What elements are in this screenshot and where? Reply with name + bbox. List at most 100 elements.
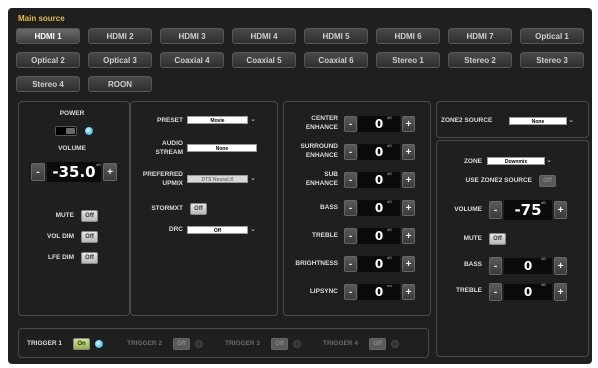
zone2-mute-toggle[interactable]: Off (489, 233, 506, 245)
adjust-lipsync-value: 0 (358, 284, 400, 300)
use-zone2-source-toggle[interactable]: Off (539, 175, 556, 187)
adjust-center-label-1: CENTER (311, 115, 338, 122)
source-button-stereo-4[interactable]: Stereo 4 (16, 76, 80, 92)
preferred-upmix-label-1: PREFERRED (142, 171, 183, 178)
zone2-treble-unit: dB (541, 282, 546, 287)
use-zone2-source-label: USE ZONE2 SOURCE (465, 177, 532, 184)
source-button-stereo-3[interactable]: Stereo 3 (520, 52, 584, 68)
drc-select[interactable]: Off (187, 226, 248, 234)
zone2-bass-unit: dB (541, 256, 546, 261)
adjust-brightness-value: 0 (358, 256, 400, 272)
adjust-bass-up-button[interactable]: + (402, 200, 415, 216)
adjust-sub-down-button[interactable]: - (344, 172, 357, 188)
volume-value: -35.0 (47, 162, 101, 182)
source-button-coaxial-6[interactable]: Coaxial 6 (304, 52, 368, 68)
adjust-surround-down-button[interactable]: - (344, 144, 357, 160)
zone2-source-label: ZONE2 SOURCE (441, 117, 493, 124)
adjust-lipsync-label: LIPSYNC (309, 288, 338, 295)
source-button-optical-2[interactable]: Optical 2 (16, 52, 80, 68)
source-button-optical-1[interactable]: Optical 1 (520, 28, 584, 44)
chevron-down-icon[interactable]: ⌄ (249, 175, 257, 183)
trigger-1-toggle[interactable]: On (73, 338, 90, 350)
volume-down-button[interactable]: - (31, 163, 45, 181)
adjust-brightness-label: BRIGHTNESS (295, 260, 338, 267)
source-button-coaxial-5[interactable]: Coaxial 5 (232, 52, 296, 68)
chevron-down-icon[interactable]: ⌄ (249, 226, 257, 234)
adjust-lipsync-up-button[interactable]: + (402, 284, 415, 300)
adjust-bass-down-button[interactable]: - (344, 200, 357, 216)
preferred-upmix-select[interactable]: DTS Neural:X (187, 175, 248, 183)
adjust-treble-value: 0 (358, 228, 400, 244)
main-controls-panel: POWER VOLUME - -35.0 dB + MUTE Off VOL D… (18, 101, 130, 316)
zone2-mute-label: MUTE (463, 235, 482, 242)
audio-stream-label-1: AUDIO (162, 140, 183, 147)
zone2-bass-up-button[interactable]: + (554, 257, 567, 275)
source-button-stereo-2[interactable]: Stereo 2 (448, 52, 512, 68)
adjust-lipsync-down-button[interactable]: - (344, 284, 357, 300)
zone2-source-panel: ZONE2 SOURCE None ⌄ (436, 101, 589, 138)
stormxt-toggle[interactable]: Off (190, 203, 207, 215)
zone2-treble-up-button[interactable]: + (554, 283, 567, 301)
zone2-volume-unit: dB (541, 200, 546, 205)
trigger-4-toggle[interactable]: Off (369, 338, 386, 350)
zone-select[interactable]: Downmix (487, 157, 545, 165)
adjust-sub-unit: dB (387, 171, 392, 176)
drc-label: DRC (168, 226, 183, 233)
trigger-3-toggle[interactable]: Off (271, 338, 288, 350)
adjust-surround-up-button[interactable]: + (402, 144, 415, 160)
trigger-3-label: TRIGGER 3 (225, 340, 261, 347)
adjust-center-up-button[interactable]: + (402, 116, 415, 132)
source-button-optical-3[interactable]: Optical 3 (88, 52, 152, 68)
zone2-volume-up-button[interactable]: + (554, 201, 567, 219)
vol-dim-toggle[interactable]: Off (81, 231, 98, 243)
adjust-treble-down-button[interactable]: - (344, 228, 357, 244)
source-button-hdmi-5[interactable]: HDMI 5 (304, 28, 368, 44)
volume-up-button[interactable]: + (103, 163, 117, 181)
adjust-brightness-up-button[interactable]: + (402, 256, 415, 272)
source-button-coaxial-4[interactable]: Coaxial 4 (160, 52, 224, 68)
vol-dim-label: VOL DIM (47, 233, 74, 240)
trigger-3-led-icon (293, 340, 301, 348)
zone2-volume-label: VOLUME (454, 206, 482, 213)
zone2-volume-down-button[interactable]: - (489, 201, 502, 219)
zone2-bass-down-button[interactable]: - (489, 257, 502, 275)
trigger-4-label: TRIGGER 4 (323, 340, 359, 347)
zone2-treble-down-button[interactable]: - (489, 283, 502, 301)
adjust-sub-up-button[interactable]: + (402, 172, 415, 188)
adjust-bass-value: 0 (358, 200, 400, 216)
lfe-dim-label: LFE DIM (48, 254, 74, 261)
adjust-center-down-button[interactable]: - (344, 116, 357, 132)
source-button-roon[interactable]: ROON (88, 76, 152, 92)
adjust-center-value: 0 (358, 116, 400, 132)
trigger-2-toggle[interactable]: Off (173, 338, 190, 350)
source-button-hdmi-3[interactable]: HDMI 3 (160, 28, 224, 44)
power-label: POWER (59, 110, 85, 117)
main-source-title: Main source (18, 14, 65, 23)
adjust-surround-unit: dB (387, 143, 392, 148)
source-button-hdmi-1[interactable]: HDMI 1 (16, 28, 80, 44)
mute-toggle[interactable]: Off (81, 210, 98, 222)
main-frame: Main source HDMI 1 HDMI 2 HDMI 3 HDMI 4 HDMI… (8, 8, 592, 364)
source-button-hdmi-6[interactable]: HDMI 6 (376, 28, 440, 44)
trigger-panel: TRIGGER 1 On TRIGGER 2 Off TRIGGER 3 Off TRIGG… (18, 328, 429, 358)
source-button-hdmi-2[interactable]: HDMI 2 (88, 28, 152, 44)
power-switch[interactable] (55, 126, 77, 136)
chevron-down-icon[interactable]: ⌄ (545, 157, 553, 165)
chevron-down-icon[interactable]: ⌄ (249, 116, 257, 124)
chevron-down-icon[interactable]: ⌄ (567, 117, 575, 125)
adjust-surround-value: 0 (358, 144, 400, 160)
audio-stream-label-2: STREAM (155, 149, 183, 156)
adjust-center-unit: dB (387, 115, 392, 120)
lfe-dim-toggle[interactable]: Off (81, 252, 98, 264)
adjust-center-label-2: ENHANCE (305, 124, 338, 131)
source-button-stereo-1[interactable]: Stereo 1 (376, 52, 440, 68)
volume-unit: dB (96, 162, 101, 167)
adjust-brightness-down-button[interactable]: - (344, 256, 357, 272)
source-button-hdmi-7[interactable]: HDMI 7 (448, 28, 512, 44)
preset-select[interactable]: Movie (187, 116, 248, 124)
adjust-treble-label: TREBLE (312, 232, 338, 239)
zone-label: ZONE (463, 158, 482, 165)
zone2-source-select[interactable]: None (509, 117, 567, 125)
adjust-treble-up-button[interactable]: + (402, 228, 415, 244)
source-button-hdmi-4[interactable]: HDMI 4 (232, 28, 296, 44)
